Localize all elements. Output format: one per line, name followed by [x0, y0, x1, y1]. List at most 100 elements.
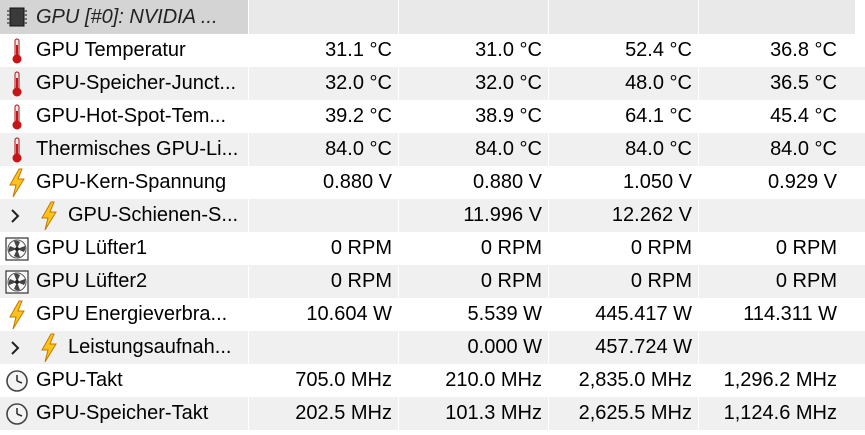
sensor-value-col-3: 0 RPM [548, 232, 698, 265]
header-col-3 [548, 0, 698, 34]
sensor-value-col-1: 39.2 °C [248, 100, 398, 133]
sensor-value-col-1 [248, 199, 398, 232]
sensor-value-col-3: 457.724 W [548, 331, 698, 364]
sensor-value-col-2: 31.0 °C [398, 34, 548, 67]
sensor-row[interactable]: GPU-Takt 705.0 MHz 210.0 MHz 2,835.0 MHz 1,2… [0, 364, 865, 397]
chevron-right-icon[interactable] [10, 208, 24, 223]
sensor-label: GPU Lüfter2 [36, 270, 148, 292]
sensor-label: GPU-Schienen-S... [68, 204, 239, 226]
sensor-value-col-2: 0.880 V [398, 166, 548, 199]
sensor-name-cell: Thermisches GPU-Li... [0, 133, 248, 166]
sensor-label: GPU-Speicher-Junct... [36, 72, 237, 94]
sensor-label: GPU-Speicher-Takt [36, 402, 209, 424]
sensor-value-col-3: 445.417 W [548, 298, 698, 331]
sensor-label: GPU Lüfter1 [36, 237, 148, 259]
lightning-icon [4, 168, 30, 197]
sensor-row[interactable]: GPU-Speicher-Takt 202.5 MHz 101.3 MHz 2,625… [0, 397, 865, 430]
sensor-label: GPU Energieverbra... [36, 303, 228, 325]
sensor-row[interactable]: GPU Temperatur 31.1 °C 31.0 °C 52.4 °C 36.8 … [0, 34, 865, 67]
sensor-row[interactable]: GPU Lüfter2 0 RPM 0 RPM 0 RPM 0 RPM [0, 265, 865, 298]
sensor-name-cell: Leistungsaufnah... [0, 331, 248, 364]
sensor-value-col-3: 1.050 V [548, 166, 698, 199]
gpu-group-name-cell: GPU [#0]: NVIDIA ... [0, 0, 248, 34]
sensor-row[interactable]: GPU Energieverbra... 10.604 W 5.539 W 445.4… [0, 298, 865, 331]
sensor-value-col-1: 202.5 MHz [248, 397, 398, 430]
lightning-icon [36, 333, 62, 362]
sensor-value-col-1: 0.880 V [248, 166, 398, 199]
sensor-value-col-1: 0 RPM [248, 232, 398, 265]
gpu-group-header[interactable]: GPU [#0]: NVIDIA ... [0, 0, 865, 34]
sensor-row[interactable]: GPU-Schienen-S... 11.996 V 12.262 V [0, 199, 865, 232]
sensor-value-col-4: 0 RPM [698, 232, 855, 265]
sensor-value-col-1: 31.1 °C [248, 34, 398, 67]
sensor-value-col-1: 10.604 W [248, 298, 398, 331]
sensor-value-col-2: 0 RPM [398, 265, 548, 298]
sensor-value-col-2: 0 RPM [398, 232, 548, 265]
sensor-value-col-2: 210.0 MHz [398, 364, 548, 397]
sensor-row[interactable]: GPU Lüfter1 0 RPM 0 RPM 0 RPM 0 RPM [0, 232, 865, 265]
sensor-value-col-1: 705.0 MHz [248, 364, 398, 397]
sensor-row[interactable]: GPU-Speicher-Junct... 32.0 °C 32.0 °C 48.0 … [0, 67, 865, 100]
gpu-group-label: GPU [#0]: NVIDIA ... [36, 5, 218, 28]
sensor-row[interactable]: GPU-Kern-Spannung 0.880 V 0.880 V 1.050 V 0.… [0, 166, 865, 199]
sensor-name-cell: GPU-Hot-Spot-Tem... [0, 100, 248, 133]
sensor-name-cell: GPU Lüfter2 [0, 265, 248, 298]
header-col-2 [398, 0, 548, 34]
sensor-value-col-4: 84.0 °C [698, 133, 855, 166]
sensor-value-col-4: 36.8 °C [698, 34, 855, 67]
sensor-value-col-3: 48.0 °C [548, 67, 698, 100]
sensor-value-col-1: 0 RPM [248, 265, 398, 298]
sensor-value-col-1: 32.0 °C [248, 67, 398, 100]
thermometer-icon [4, 37, 30, 65]
sensor-value-col-4: 1,124.6 MHz [698, 397, 855, 430]
thermometer-icon [4, 70, 30, 98]
clock-icon [4, 400, 30, 428]
chip-icon [4, 3, 30, 31]
sensor-value-col-4: 1,296.2 MHz [698, 364, 855, 397]
sensor-value-col-2: 0.000 W [398, 331, 548, 364]
sensor-value-col-3: 0 RPM [548, 265, 698, 298]
clock-icon [4, 367, 30, 395]
sensor-label: GPU-Takt [36, 369, 123, 391]
sensor-row[interactable]: Thermisches GPU-Li... 84.0 °C 84.0 °C 84.0 … [0, 133, 865, 166]
sensor-value-col-4: 45.4 °C [698, 100, 855, 133]
sensor-row[interactable]: Leistungsaufnah... 0.000 W 457.724 W [0, 331, 865, 364]
sensor-label: GPU-Kern-Spannung [36, 171, 227, 193]
sensor-value-col-2: 32.0 °C [398, 67, 548, 100]
sensor-label: Leistungsaufnah... [68, 336, 232, 358]
sensor-value-col-4: 0.929 V [698, 166, 855, 199]
thermometer-icon [4, 103, 30, 131]
sensor-value-col-4: 0 RPM [698, 265, 855, 298]
sensor-name-cell: GPU-Speicher-Takt [0, 397, 248, 430]
sensor-name-cell: GPU-Speicher-Junct... [0, 67, 248, 100]
fan-icon [4, 235, 30, 263]
sensor-row[interactable]: GPU-Hot-Spot-Tem... 39.2 °C 38.9 °C 64.1 °C… [0, 100, 865, 133]
chevron-right-icon[interactable] [10, 340, 24, 355]
sensor-name-cell: GPU Lüfter1 [0, 232, 248, 265]
sensor-name-cell: GPU-Takt [0, 364, 248, 397]
thermometer-icon [4, 136, 30, 164]
sensor-name-cell: GPU-Kern-Spannung [0, 166, 248, 199]
sensor-value-col-2: 101.3 MHz [398, 397, 548, 430]
sensor-value-col-4 [698, 199, 855, 232]
sensor-value-col-3: 2,625.5 MHz [548, 397, 698, 430]
sensor-value-col-4 [698, 331, 855, 364]
sensor-value-col-2: 5.539 W [398, 298, 548, 331]
lightning-icon [4, 300, 30, 329]
sensor-value-col-3: 2,835.0 MHz [548, 364, 698, 397]
sensor-label: GPU Temperatur [36, 39, 186, 61]
sensor-name-cell: GPU Temperatur [0, 34, 248, 67]
sensor-value-col-1: 84.0 °C [248, 133, 398, 166]
sensor-value-col-4: 36.5 °C [698, 67, 855, 100]
sensor-name-cell: GPU Energieverbra... [0, 298, 248, 331]
sensor-value-col-3: 64.1 °C [548, 100, 698, 133]
sensor-value-col-4: 114.311 W [698, 298, 855, 331]
sensor-table: GPU [#0]: NVIDIA ... GPU Temperatur 31.1 … [0, 0, 865, 430]
sensor-label: GPU-Hot-Spot-Tem... [36, 105, 227, 127]
sensor-value-col-2: 84.0 °C [398, 133, 548, 166]
header-col-4 [698, 0, 855, 34]
header-col-1 [248, 0, 398, 34]
sensor-value-col-2: 38.9 °C [398, 100, 548, 133]
sensor-label: Thermisches GPU-Li... [36, 138, 239, 160]
sensor-value-col-3: 12.262 V [548, 199, 698, 232]
